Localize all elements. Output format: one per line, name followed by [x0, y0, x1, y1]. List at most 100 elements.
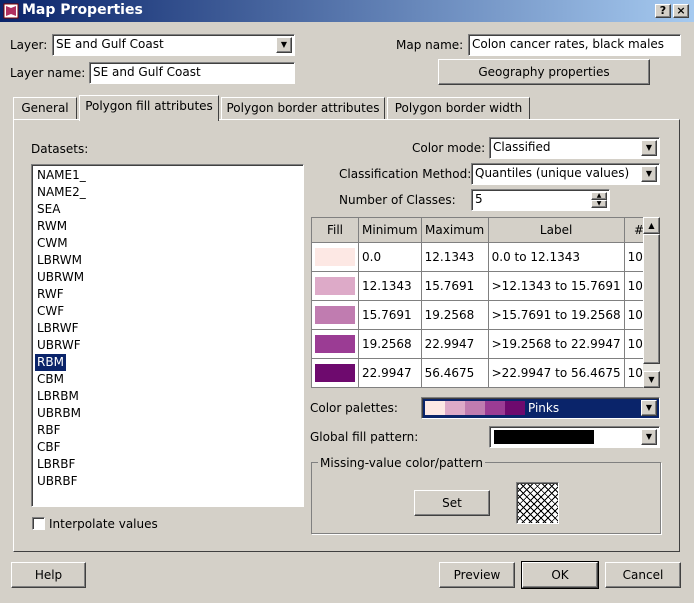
list-item[interactable]: LBRBM — [35, 388, 81, 405]
min-cell[interactable]: 15.7691 — [358, 300, 422, 330]
column-header-label[interactable]: Label — [487, 217, 625, 243]
min-cell[interactable]: 19.2568 — [358, 329, 422, 359]
table-row[interactable]: 0.0 12.1343 0.0 to 12.1343 105 — [311, 242, 655, 272]
column-header-minimum[interactable]: Minimum — [358, 217, 422, 243]
palette-step — [505, 401, 515, 415]
classes-table[interactable]: Fill Minimum Maximum Label # 0.0 12.1343… — [311, 217, 655, 388]
min-cell[interactable]: 12.1343 — [358, 271, 422, 301]
list-item[interactable]: UBRWF — [35, 337, 83, 354]
map-app-icon — [3, 3, 19, 19]
fill-cell[interactable] — [311, 300, 359, 330]
spin-up-icon[interactable]: ▲ — [591, 192, 607, 200]
fill-swatch[interactable] — [315, 364, 355, 382]
max-cell[interactable]: 22.9947 — [420, 329, 489, 359]
layer-label: Layer: — [10, 38, 48, 52]
map-name-input[interactable]: Colon cancer rates, black males — [468, 34, 681, 56]
table-scrollbar[interactable]: ▲ ▼ — [643, 217, 660, 388]
spin-down-icon[interactable]: ▼ — [591, 200, 607, 208]
min-cell[interactable]: 22.9947 — [358, 358, 422, 388]
palette-step — [455, 401, 465, 415]
color-palettes-select[interactable]: Pinks ▼ — [421, 397, 660, 419]
color-mode-select[interactable]: Classified ▼ — [489, 137, 660, 159]
fill-cell[interactable] — [311, 242, 359, 272]
list-item[interactable]: UBRWM — [35, 269, 86, 286]
max-cell[interactable]: 56.4675 — [420, 358, 489, 388]
scroll-thumb[interactable] — [643, 234, 660, 364]
close-window-button[interactable]: × — [673, 4, 689, 18]
max-cell[interactable]: 15.7691 — [420, 271, 489, 301]
chevron-down-icon[interactable]: ▼ — [641, 429, 657, 445]
number-of-classes-spinner[interactable]: 5 ▲ ▼ — [471, 189, 610, 211]
palette-step — [485, 401, 495, 415]
fill-swatch[interactable] — [315, 277, 355, 295]
list-item-selected[interactable]: RBM — [35, 354, 66, 371]
geography-properties-button[interactable]: Geography properties — [438, 59, 650, 85]
label-cell[interactable]: >19.2568 to 22.9947 — [487, 329, 625, 359]
interpolate-checkbox[interactable] — [32, 517, 45, 530]
label-cell[interactable]: >22.9947 to 56.4675 — [487, 358, 625, 388]
list-item[interactable]: CWM — [35, 235, 70, 252]
set-missing-value-button[interactable]: Set — [414, 490, 490, 516]
chevron-down-icon[interactable]: ▼ — [641, 400, 657, 416]
chevron-down-icon[interactable]: ▼ — [641, 166, 657, 182]
chevron-down-icon[interactable]: ▼ — [276, 37, 292, 53]
table-row[interactable]: 22.9947 56.4675 >22.9947 to 56.4675 100 — [311, 358, 655, 388]
tab-polygon-border-attributes[interactable]: Polygon border attributes — [221, 97, 385, 119]
label-cell[interactable]: 0.0 to 12.1343 — [487, 242, 625, 272]
column-header-fill[interactable]: Fill — [311, 217, 359, 243]
column-header-maximum[interactable]: Maximum — [420, 217, 489, 243]
preview-button[interactable]: Preview — [439, 562, 515, 588]
list-item[interactable]: UBRBF — [35, 473, 80, 490]
color-palettes-label: Color palettes: — [310, 401, 398, 415]
tab-general[interactable]: General — [13, 97, 77, 119]
list-item[interactable]: LBRWM — [35, 252, 84, 269]
scroll-up-icon[interactable]: ▲ — [643, 217, 660, 234]
datasets-list[interactable]: NAME1_ NAME2_ SEA RWM CWM LBRWM UBRWM RW… — [31, 164, 304, 507]
fill-swatch[interactable] — [315, 335, 355, 353]
label-cell[interactable]: >12.1343 to 15.7691 — [487, 271, 625, 301]
list-item[interactable]: UBRBM — [35, 405, 83, 422]
fill-swatch[interactable] — [315, 306, 355, 324]
layer-select[interactable]: SE and Gulf Coast ▼ — [52, 34, 295, 56]
classification-method-select[interactable]: Quantiles (unique values) ▼ — [471, 163, 660, 185]
fill-cell[interactable] — [311, 271, 359, 301]
min-cell[interactable]: 0.0 — [358, 242, 422, 272]
layer-name-input[interactable]: SE and Gulf Coast — [89, 62, 295, 84]
list-item[interactable]: RWM — [35, 218, 69, 235]
crosshatch-pattern-swatch[interactable] — [516, 482, 559, 524]
fill-cell[interactable] — [311, 329, 359, 359]
fill-swatch[interactable] — [315, 248, 355, 266]
table-row[interactable]: 19.2568 22.9947 >19.2568 to 22.9947 100 — [311, 329, 655, 359]
max-cell[interactable]: 12.1343 — [420, 242, 489, 272]
tab-polygon-border-width[interactable]: Polygon border width — [387, 97, 530, 119]
help-question-button[interactable]: ? — [655, 4, 671, 18]
list-item[interactable]: RWF — [35, 286, 66, 303]
help-button[interactable]: Help — [11, 562, 86, 588]
palette-step — [465, 401, 475, 415]
global-fill-pattern-label: Global fill pattern: — [310, 430, 419, 444]
chevron-down-icon[interactable]: ▼ — [641, 140, 657, 156]
scroll-down-icon[interactable]: ▼ — [643, 371, 660, 388]
list-item[interactable]: CWF — [35, 303, 66, 320]
list-item[interactable]: RBF — [35, 422, 62, 439]
color-palettes-value: Pinks — [528, 401, 560, 415]
layer-select-value: SE and Gulf Coast — [56, 37, 164, 51]
table-row[interactable]: 15.7691 19.2568 >15.7691 to 19.2568 100 — [311, 300, 655, 330]
title-bar[interactable]: Map Properties ? × — [0, 0, 694, 22]
list-item[interactable]: LBRWF — [35, 320, 81, 337]
tab-polygon-fill-attributes[interactable]: Polygon fill attributes — [79, 95, 219, 121]
label-cell[interactable]: >15.7691 to 19.2568 — [487, 300, 625, 330]
list-item[interactable]: SEA — [35, 201, 62, 218]
table-row[interactable]: 12.1343 15.7691 >12.1343 to 15.7691 100 — [311, 271, 655, 301]
global-fill-pattern-select[interactable]: ▼ — [489, 426, 660, 448]
cancel-button[interactable]: Cancel — [605, 562, 681, 588]
palette-step — [425, 401, 435, 415]
ok-button[interactable]: OK — [521, 561, 599, 589]
list-item[interactable]: LBRBF — [35, 456, 77, 473]
list-item[interactable]: NAME2_ — [35, 184, 88, 201]
fill-cell[interactable] — [311, 358, 359, 388]
list-item[interactable]: CBM — [35, 371, 66, 388]
list-item[interactable]: CBF — [35, 439, 63, 456]
max-cell[interactable]: 19.2568 — [420, 300, 489, 330]
list-item[interactable]: NAME1_ — [35, 167, 88, 184]
